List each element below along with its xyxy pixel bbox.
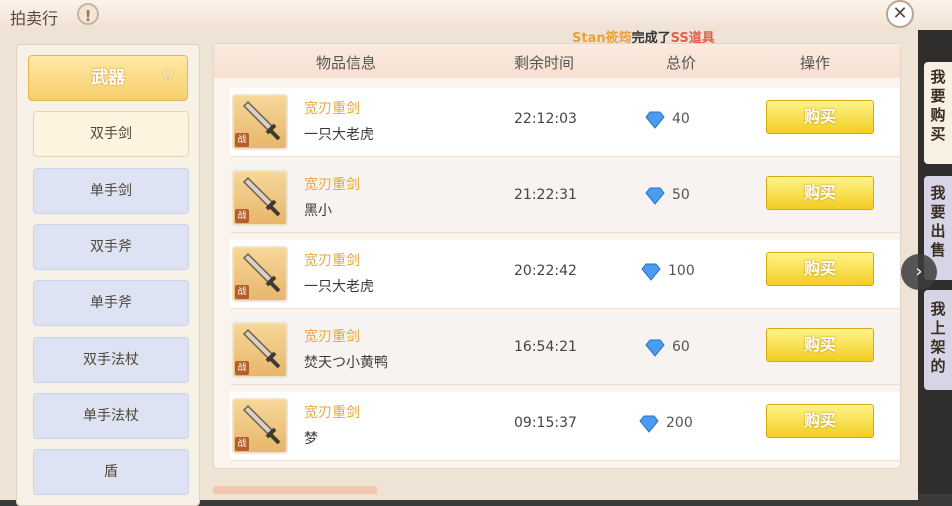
category-label: 武器 xyxy=(91,68,125,88)
item-name: 宽刃重剑 xyxy=(304,405,360,421)
listing-table: 物品信息 剩余时间 总价 操作 战 宽刃重剑 一只大老虎 22:12:03 40… xyxy=(213,43,901,469)
table-row[interactable]: 战 宽刃重剑 黑小 21:22:31 50 购买 xyxy=(230,164,900,233)
buy-button[interactable]: 购买 xyxy=(766,252,874,286)
item-name: 宽刃重剑 xyxy=(304,101,360,117)
table-row[interactable]: 战 宽刃重剑 一只大老虎 22:12:03 40 购买 xyxy=(230,88,900,157)
item-name: 宽刃重剑 xyxy=(304,253,360,269)
buy-button[interactable]: 购买 xyxy=(766,176,874,210)
subcategory-item[interactable]: 双手剑 xyxy=(33,111,189,157)
tab-buy[interactable]: 我要购买 xyxy=(924,62,952,164)
subcategory-item[interactable]: 单手法杖 xyxy=(33,393,189,439)
buy-button[interactable]: 购买 xyxy=(766,100,874,134)
class-badge: 战 xyxy=(235,361,249,375)
subcategory-item[interactable]: 盾 xyxy=(33,449,189,495)
class-badge: 战 xyxy=(235,133,249,147)
remaining-time: 22:12:03 xyxy=(514,111,577,127)
category-sidebar: 武器 ▽ 双手剑 单手剑 双手斧 单手斧 双手法杖 单手法杖 盾 xyxy=(16,44,200,506)
class-badge: 战 xyxy=(235,285,249,299)
class-badge: 战 xyxy=(235,437,249,451)
table-row[interactable]: 战 宽刃重剑 一只大老虎 20:22:42 100 购买 xyxy=(230,240,900,309)
chevron-down-icon: ▽ xyxy=(163,70,173,85)
category-dropdown[interactable]: 武器 ▽ xyxy=(28,55,188,101)
sword-icon: 战 xyxy=(232,170,288,226)
table-row[interactable]: 战 宽刃重剑 焚天つ小黄鸭 16:54:21 60 购买 xyxy=(230,316,900,385)
close-button[interactable]: ✕ xyxy=(886,0,914,28)
subcategory-item[interactable]: 单手斧 xyxy=(33,280,189,326)
sword-icon: 战 xyxy=(232,94,288,150)
remaining-time: 09:15:37 xyxy=(514,415,577,431)
title-bar: 拍卖行 ! ✕ xyxy=(0,0,952,30)
remaining-time: 21:22:31 xyxy=(514,187,577,203)
remaining-time: 16:54:21 xyxy=(514,339,577,355)
buy-button[interactable]: 购买 xyxy=(766,328,874,362)
subcategory-item[interactable]: 双手斧 xyxy=(33,224,189,270)
buy-button[interactable]: 购买 xyxy=(766,404,874,438)
item-name: 宽刃重剑 xyxy=(304,177,360,193)
bottom-tab-strip xyxy=(213,486,377,494)
seller-name: 焚天つ小黄鸭 xyxy=(304,355,388,371)
seller-name: 梦 xyxy=(304,431,318,447)
sword-icon: 战 xyxy=(232,398,288,454)
window-title: 拍卖行 xyxy=(10,9,59,28)
header-action: 操作 xyxy=(800,54,831,72)
price-value: 200 xyxy=(666,415,693,431)
chevron-right-icon[interactable]: › xyxy=(901,254,937,290)
price-value: 40 xyxy=(672,111,690,127)
seller-name: 黑小 xyxy=(304,203,332,219)
table-header: 物品信息 剩余时间 总价 操作 xyxy=(214,44,900,78)
diamond-icon xyxy=(645,187,665,205)
info-icon[interactable]: ! xyxy=(77,3,99,25)
diamond-icon xyxy=(645,111,665,129)
sword-icon: 战 xyxy=(232,246,288,302)
sword-icon: 战 xyxy=(232,322,288,378)
remaining-time: 20:22:42 xyxy=(514,263,577,279)
price-value: 50 xyxy=(672,187,690,203)
diamond-icon xyxy=(645,339,665,357)
subcategory-item[interactable]: 双手法杖 xyxy=(33,337,189,383)
item-name: 宽刃重剑 xyxy=(304,329,360,345)
seller-name: 一只大老虎 xyxy=(304,279,374,295)
tab-my-listings[interactable]: 我上架的 xyxy=(924,290,952,390)
header-time: 剩余时间 xyxy=(514,54,575,72)
price-value: 100 xyxy=(668,263,695,279)
diamond-icon xyxy=(639,415,659,433)
class-badge: 战 xyxy=(235,209,249,223)
diamond-icon xyxy=(641,263,661,281)
header-item: 物品信息 xyxy=(316,54,377,72)
table-row[interactable]: 战 宽刃重剑 梦 09:15:37 200 购买 xyxy=(230,392,900,461)
seller-name: 一只大老虎 xyxy=(304,127,374,143)
price-value: 60 xyxy=(672,339,690,355)
subcategory-item[interactable]: 单手剑 xyxy=(33,168,189,214)
header-price: 总价 xyxy=(666,54,697,72)
